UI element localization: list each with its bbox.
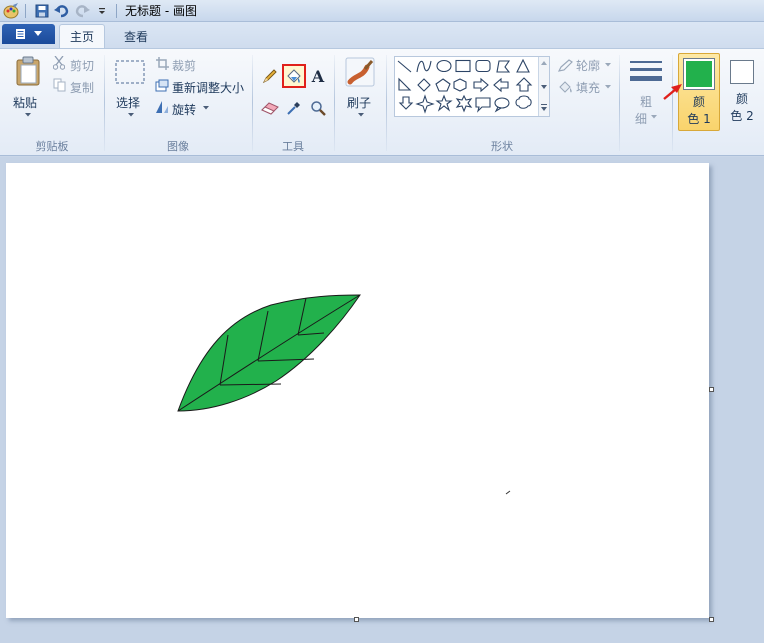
copy-button[interactable]: 复制 — [70, 79, 94, 96]
tools-group-label: 工具 — [282, 140, 304, 153]
fill-bucket-icon[interactable] — [282, 64, 306, 88]
color-2-label-line2: 色 2 — [730, 109, 754, 123]
shapes-scrollbar[interactable] — [538, 57, 549, 116]
group-separator — [386, 55, 387, 151]
brushes-dropdown-icon[interactable] — [357, 112, 365, 118]
resize-handle-bottom[interactable] — [354, 617, 359, 622]
color-2-button[interactable]: 颜 色 2 — [724, 53, 760, 131]
color-1-label-line1: 颜 — [692, 95, 705, 109]
color-1-label-line2: 色 1 — [687, 112, 711, 126]
separator — [116, 3, 117, 18]
group-separator — [334, 55, 335, 151]
paste-dropdown-icon[interactable] — [24, 112, 32, 118]
tab-home-label: 主页 — [69, 30, 94, 44]
resize-icon — [155, 78, 169, 92]
customize-toolbar-icon[interactable] — [93, 2, 111, 20]
window-title: 无标题 - 画图 — [125, 4, 197, 18]
size-icon[interactable] — [629, 58, 663, 84]
select-icon[interactable] — [115, 59, 145, 85]
color-1-swatch-frame — [683, 58, 715, 90]
group-separator — [619, 55, 620, 151]
size-label-line2[interactable]: 细 — [635, 110, 647, 127]
paint-app-icon[interactable] — [2, 2, 20, 20]
color-2-label-line1: 颜 — [735, 92, 748, 106]
tab-view-label: 查看 — [123, 29, 148, 44]
leaf-drawing — [177, 294, 511, 495]
paste-icon[interactable] — [14, 55, 42, 87]
scissors-icon — [52, 56, 66, 70]
rotate-button[interactable]: 旋转 — [172, 101, 196, 118]
undo-icon[interactable] — [53, 2, 71, 20]
resize-handle-corner[interactable] — [709, 617, 714, 622]
outline-dropdown-icon[interactable] — [604, 62, 612, 68]
rotate-dropdown-icon[interactable] — [202, 105, 210, 111]
select-dropdown-icon[interactable] — [127, 112, 135, 118]
ribbon-tab-row: 主页 查看 — [0, 22, 764, 48]
pencil-icon[interactable] — [260, 66, 280, 86]
resize-button[interactable]: 重新调整大小 — [172, 79, 244, 96]
shapes-gallery[interactable] — [394, 56, 550, 117]
outline-icon — [557, 58, 573, 72]
outline-button[interactable]: 轮廓 — [576, 57, 600, 74]
size-label-line1: 粗 — [640, 95, 653, 109]
crop-button[interactable]: 裁剪 — [172, 57, 196, 74]
resize-handle-right[interactable] — [709, 387, 714, 392]
save-icon[interactable] — [33, 2, 51, 20]
brush-icon[interactable] — [344, 56, 376, 88]
drawing-canvas[interactable] — [6, 163, 709, 618]
paste-label[interactable]: 粘贴 — [13, 94, 37, 111]
paint-menu-button[interactable] — [2, 24, 55, 44]
ribbon: 粘贴 剪切 复制 剪贴板 选择 裁剪 重新调整大小 旋转 图像 A 工具 刷子 … — [0, 48, 764, 156]
fill-button[interactable]: 填充 — [576, 79, 600, 96]
shapes-grid — [397, 58, 533, 114]
text-icon[interactable]: A — [308, 66, 328, 86]
title-bar: 无标题 - 画图 — [0, 0, 764, 22]
group-separator — [252, 55, 253, 151]
group-separator — [672, 55, 673, 151]
shapes-group-label: 形状 — [491, 140, 513, 153]
brushes-label[interactable]: 刷子 — [347, 94, 371, 111]
redo-icon[interactable] — [73, 2, 91, 20]
select-label[interactable]: 选择 — [116, 94, 140, 111]
rotate-icon — [155, 100, 169, 114]
shapes-scroll-arrows-icon — [541, 61, 547, 111]
image-group-label: 图像 — [167, 140, 189, 153]
svg-text:A: A — [311, 68, 325, 84]
color-picker-icon[interactable] — [284, 98, 304, 118]
group-separator — [104, 55, 105, 151]
color-1-swatch — [686, 61, 712, 87]
eraser-icon[interactable] — [260, 98, 280, 118]
magnifier-icon[interactable] — [308, 98, 328, 118]
size-dropdown-icon[interactable] — [650, 114, 658, 120]
color-2-swatch — [730, 60, 754, 84]
separator — [25, 3, 26, 18]
clipboard-group-label: 剪贴板 — [35, 140, 69, 153]
canvas-workspace — [0, 157, 764, 643]
tab-home[interactable]: 主页 — [59, 24, 105, 48]
tab-view[interactable]: 查看 — [113, 24, 159, 48]
fill-dropdown-icon[interactable] — [604, 84, 612, 90]
copy-icon — [52, 78, 66, 92]
fill-icon — [557, 79, 573, 93]
cut-button[interactable]: 剪切 — [70, 57, 94, 74]
red-arrow-icon — [662, 83, 684, 101]
color-1-button[interactable]: 颜 色 1 — [678, 53, 720, 131]
crop-icon — [155, 56, 169, 70]
